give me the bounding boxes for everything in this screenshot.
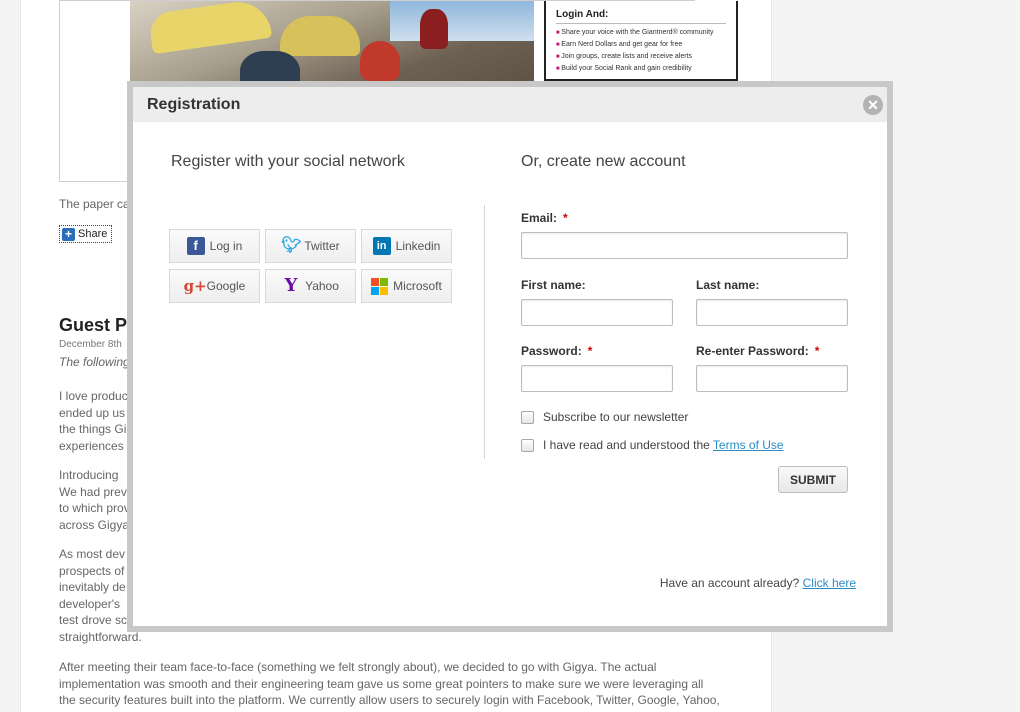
social-label: Yahoo (305, 279, 339, 293)
facebook-icon: f (186, 237, 205, 255)
last-name-input[interactable] (696, 299, 848, 326)
promo-item: Earn Nerd Dollars and get gear for free (556, 39, 726, 51)
modal-title: Registration (147, 95, 241, 113)
modal-header: Registration (133, 87, 887, 122)
have-account-row: Have an account already? Click here (660, 576, 856, 590)
social-heading: Register with your social network (171, 153, 405, 170)
required-asterisk: * (814, 344, 820, 358)
twitter-login-button[interactable]: 🐦︎ Twitter (265, 229, 356, 263)
newsletter-checkbox[interactable] (521, 410, 534, 424)
registration-modal: Registration ✕ Register with your social… (127, 81, 893, 632)
password-label: Password: * (521, 344, 593, 358)
google-plus-icon: g+ (183, 277, 207, 295)
social-label: Twitter (304, 239, 340, 253)
submit-button[interactable]: SUBMIT (778, 466, 848, 493)
column-divider (484, 205, 485, 459)
social-login-buttons: f Log in 🐦︎ Twitter in Linkedin g+ Googl… (169, 229, 452, 303)
yahoo-login-button[interactable]: Y Yahoo (265, 269, 356, 303)
yahoo-icon: Y (284, 275, 298, 296)
reenter-password-input[interactable] (696, 365, 848, 392)
microsoft-icon (371, 277, 389, 295)
social-label: Linkedin (395, 239, 441, 253)
close-icon[interactable]: ✕ (863, 95, 883, 115)
social-label: Microsoft (393, 279, 442, 293)
promo-item: Build your Social Rank and gain credibil… (556, 63, 726, 75)
click-here-link[interactable]: Click here (803, 576, 856, 590)
terms-row: I have read and understood the Terms of … (521, 438, 784, 452)
promo-item: Share your voice with the Giantnerd® com… (556, 27, 726, 39)
share-button[interactable]: + Share (59, 225, 113, 243)
password-input[interactable] (521, 365, 673, 392)
linkedin-login-button[interactable]: in Linkedin (361, 229, 452, 263)
last-name-label: Last name: (696, 278, 760, 292)
terms-of-use-link[interactable]: Terms of Use (713, 438, 784, 452)
create-account-heading: Or, create new account (521, 153, 686, 170)
required-asterisk: * (587, 344, 593, 358)
newsletter-row: Subscribe to our newsletter (521, 410, 688, 424)
plus-icon: + (62, 227, 75, 241)
post-title[interactable]: Guest P (59, 315, 127, 336)
reenter-password-label: Re-enter Password: * (696, 344, 820, 358)
photo-caption: The paper ca (59, 197, 130, 211)
email-label: Email: * (521, 211, 568, 225)
terms-checkbox[interactable] (521, 438, 534, 452)
share-label: Share (78, 228, 108, 240)
google-login-button[interactable]: g+ Google (169, 269, 260, 303)
newsletter-label[interactable]: Subscribe to our newsletter (543, 410, 688, 424)
social-label: Google (206, 279, 246, 293)
first-name-input[interactable] (521, 299, 673, 326)
required-asterisk: * (563, 211, 568, 225)
modal-body: Registration ✕ Register with your social… (133, 87, 887, 626)
first-name-label: First name: (521, 278, 586, 292)
promo-item: Join groups, create lists and receive al… (556, 51, 726, 63)
facebook-login-button[interactable]: f Log in (169, 229, 260, 263)
social-label: Log in (209, 239, 243, 253)
post-paragraph: After meeting their team face-to-face (s… (59, 660, 720, 707)
twitter-icon: 🐦︎ (281, 237, 302, 254)
microsoft-login-button[interactable]: Microsoft (361, 269, 452, 303)
email-input[interactable] (521, 232, 848, 259)
promo-title: Login And: (556, 9, 726, 24)
post-intro: The following (59, 355, 130, 369)
linkedin-icon: in (372, 237, 391, 255)
post-date: December 8th (59, 339, 122, 350)
terms-label: I have read and understood the Terms of … (543, 438, 784, 452)
login-promo-box: Login And: Share your voice with the Gia… (544, 1, 738, 81)
promo-list: Share your voice with the Giantnerd® com… (556, 27, 726, 75)
have-account-text: Have an account already? (659, 576, 800, 590)
